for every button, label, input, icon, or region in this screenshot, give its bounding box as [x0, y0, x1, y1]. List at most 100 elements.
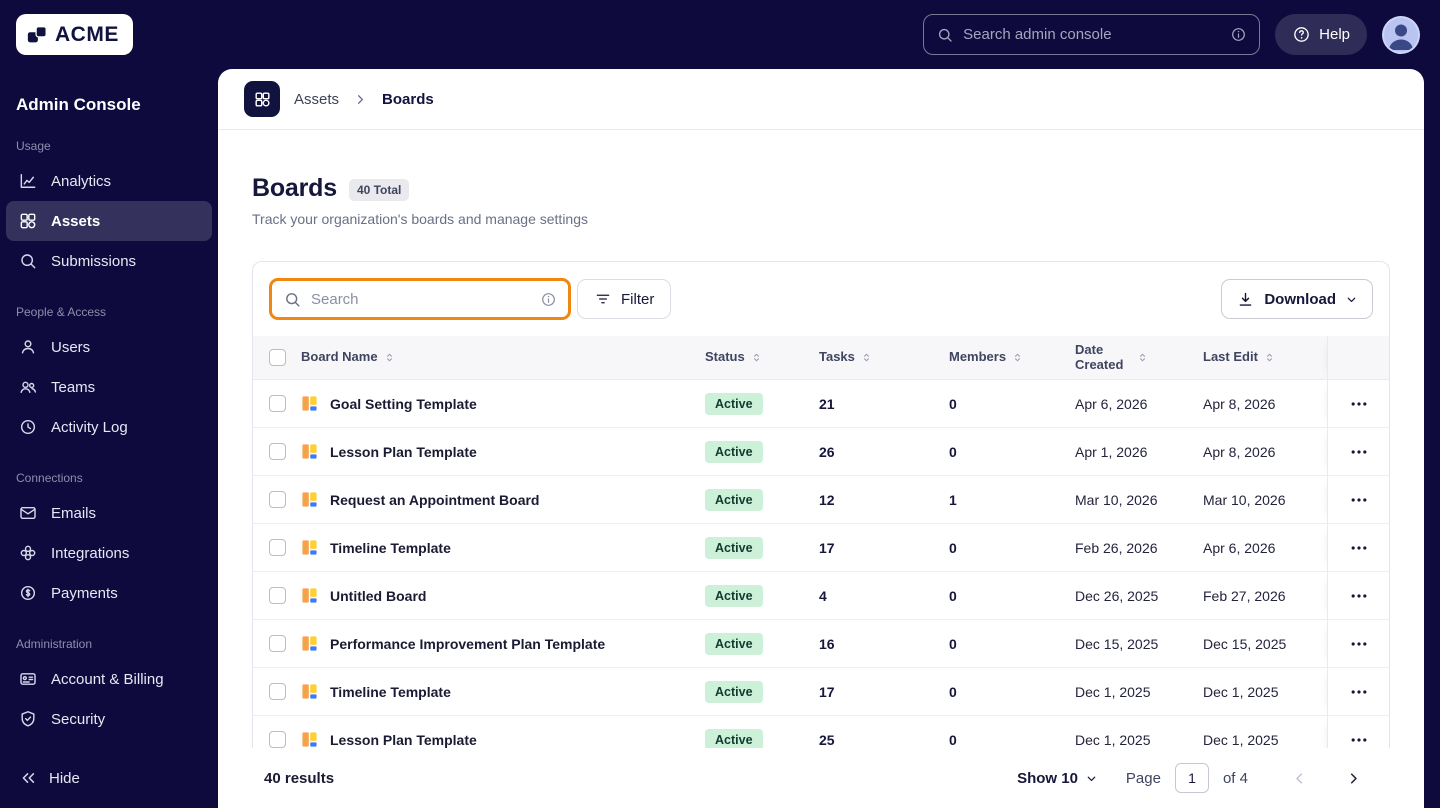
board-name-link[interactable]: Lesson Plan Template	[330, 444, 477, 460]
board-name-link[interactable]: Lesson Plan Template	[330, 732, 477, 748]
section-label-usage: Usage	[16, 139, 51, 153]
filter-button[interactable]: Filter	[577, 279, 672, 319]
breadcrumb-assets-link[interactable]: Assets	[294, 91, 339, 108]
show-per-page-select[interactable]: Show 10	[1017, 770, 1098, 787]
tasks-value: 21	[819, 395, 835, 412]
sidebar-item-teams[interactable]: Teams	[6, 367, 212, 407]
column-header-status[interactable]: Status	[705, 350, 819, 364]
next-page-button[interactable]	[1338, 763, 1368, 793]
last-edit-value: Feb 27, 2026	[1203, 587, 1286, 604]
row-checkbox[interactable]	[268, 395, 286, 412]
admin-search-input[interactable]	[963, 26, 1222, 43]
table-row: Goal Setting Template Active 21 0 Apr 6,…	[253, 380, 1389, 428]
row-checkbox[interactable]	[268, 443, 286, 460]
table-row: Request an Appointment Board Active 12 1…	[253, 476, 1389, 524]
tasks-value: 17	[819, 683, 835, 700]
info-icon[interactable]	[1230, 26, 1247, 43]
row-checkbox[interactable]	[268, 587, 286, 604]
sidebar-item-activity-log[interactable]: Activity Log	[6, 407, 212, 447]
teams-icon	[18, 377, 38, 397]
row-actions-button[interactable]	[1342, 435, 1376, 469]
sidebar-item-assets[interactable]: Assets	[6, 201, 212, 241]
row-checkbox[interactable]	[268, 491, 286, 508]
board-name-link[interactable]: Goal Setting Template	[330, 396, 477, 412]
row-checkbox[interactable]	[268, 635, 286, 652]
table-row: Timeline Template Active 17 0 Dec 1, 202…	[253, 668, 1389, 716]
row-actions-button[interactable]	[1342, 579, 1376, 613]
sort-icon	[1011, 351, 1024, 364]
table-row: Timeline Template Active 17 0 Feb 26, 20…	[253, 524, 1389, 572]
board-name-link[interactable]: Timeline Template	[330, 540, 451, 556]
chevron-left-icon	[1291, 770, 1308, 787]
column-header-members[interactable]: Members	[949, 350, 1075, 364]
sidebar-item-label: Account & Billing	[51, 670, 164, 688]
board-icon	[301, 539, 318, 556]
sidebar-item-payments[interactable]: Payments	[6, 573, 212, 613]
board-icon	[301, 683, 318, 700]
column-header-last-edit[interactable]: Last Edit	[1203, 350, 1327, 364]
avatar[interactable]	[1382, 15, 1420, 54]
logo-text: ACME	[55, 22, 119, 46]
sidebar-item-emails[interactable]: Emails	[6, 493, 212, 533]
status-badge: Active	[705, 536, 763, 559]
last-edit-value: Dec 1, 2025	[1203, 731, 1279, 748]
row-actions-button[interactable]	[1342, 627, 1376, 661]
sidebar-item-label: Integrations	[51, 544, 130, 562]
column-label: Board Name	[301, 349, 378, 365]
payments-icon	[18, 583, 38, 603]
chevron-right-icon	[1345, 770, 1362, 787]
tasks-value: 25	[819, 731, 835, 748]
board-icon	[301, 443, 318, 460]
acme-logo[interactable]: ACME	[16, 14, 133, 55]
board-name-link[interactable]: Request an Appointment Board	[330, 492, 540, 508]
row-checkbox[interactable]	[268, 539, 286, 556]
shield-icon	[18, 709, 38, 729]
table-search-input[interactable]	[311, 290, 531, 308]
download-button[interactable]: Download	[1221, 279, 1373, 319]
page-label: Page	[1125, 769, 1161, 787]
row-checkbox[interactable]	[268, 683, 286, 700]
row-checkbox[interactable]	[268, 731, 286, 748]
table-body: Goal Setting Template Active 21 0 Apr 6,…	[253, 380, 1389, 764]
total-count-badge: 40 Total	[348, 179, 410, 201]
search-icon	[283, 290, 302, 309]
row-actions-button[interactable]	[1342, 675, 1376, 709]
analytics-icon	[18, 171, 38, 191]
section-label-people-access: People & Access	[16, 305, 107, 319]
sidebar-item-label: Teams	[51, 378, 96, 396]
tasks-value: 26	[819, 443, 835, 460]
tasks-value: 17	[819, 539, 835, 556]
chevron-down-icon	[1085, 772, 1098, 785]
billing-card-icon	[18, 669, 38, 689]
row-actions-button[interactable]	[1342, 531, 1376, 565]
page-number-input[interactable]	[1174, 763, 1209, 793]
row-actions-button[interactable]	[1342, 483, 1376, 517]
hide-sidebar-button[interactable]: Hide	[0, 758, 218, 798]
members-value: 0	[949, 395, 957, 412]
assets-icon	[18, 211, 38, 231]
pagination: Show 10 Page of 4	[1017, 763, 1368, 793]
members-value: 0	[949, 731, 957, 748]
board-name-link[interactable]: Timeline Template	[330, 684, 451, 700]
board-name-link[interactable]: Performance Improvement Plan Template	[330, 636, 605, 652]
row-actions-button[interactable]	[1342, 387, 1376, 421]
sidebar-item-users[interactable]: Users	[6, 327, 212, 367]
date-created-value: Mar 10, 2026	[1075, 491, 1158, 508]
column-header-date-created[interactable]: Date Created	[1075, 343, 1203, 372]
user-icon	[18, 337, 38, 357]
sidebar-item-security[interactable]: Security	[6, 699, 212, 739]
sidebar-item-analytics[interactable]: Analytics	[6, 161, 212, 201]
help-label: Help	[1319, 26, 1350, 43]
info-icon[interactable]	[540, 291, 557, 308]
board-icon	[301, 635, 318, 652]
collapse-sidebar-icon	[18, 768, 38, 788]
column-header-board-name[interactable]: Board Name	[301, 350, 705, 364]
board-name-link[interactable]: Untitled Board	[330, 588, 426, 604]
select-all-checkbox[interactable]	[268, 349, 286, 366]
help-button[interactable]: Help	[1275, 14, 1367, 55]
column-header-tasks[interactable]: Tasks	[819, 350, 949, 364]
sidebar-item-integrations[interactable]: Integrations	[6, 533, 212, 573]
previous-page-button[interactable]	[1284, 763, 1314, 793]
sidebar-item-submissions[interactable]: Submissions	[6, 241, 212, 281]
sidebar-item-account-billing[interactable]: Account & Billing	[6, 659, 212, 699]
